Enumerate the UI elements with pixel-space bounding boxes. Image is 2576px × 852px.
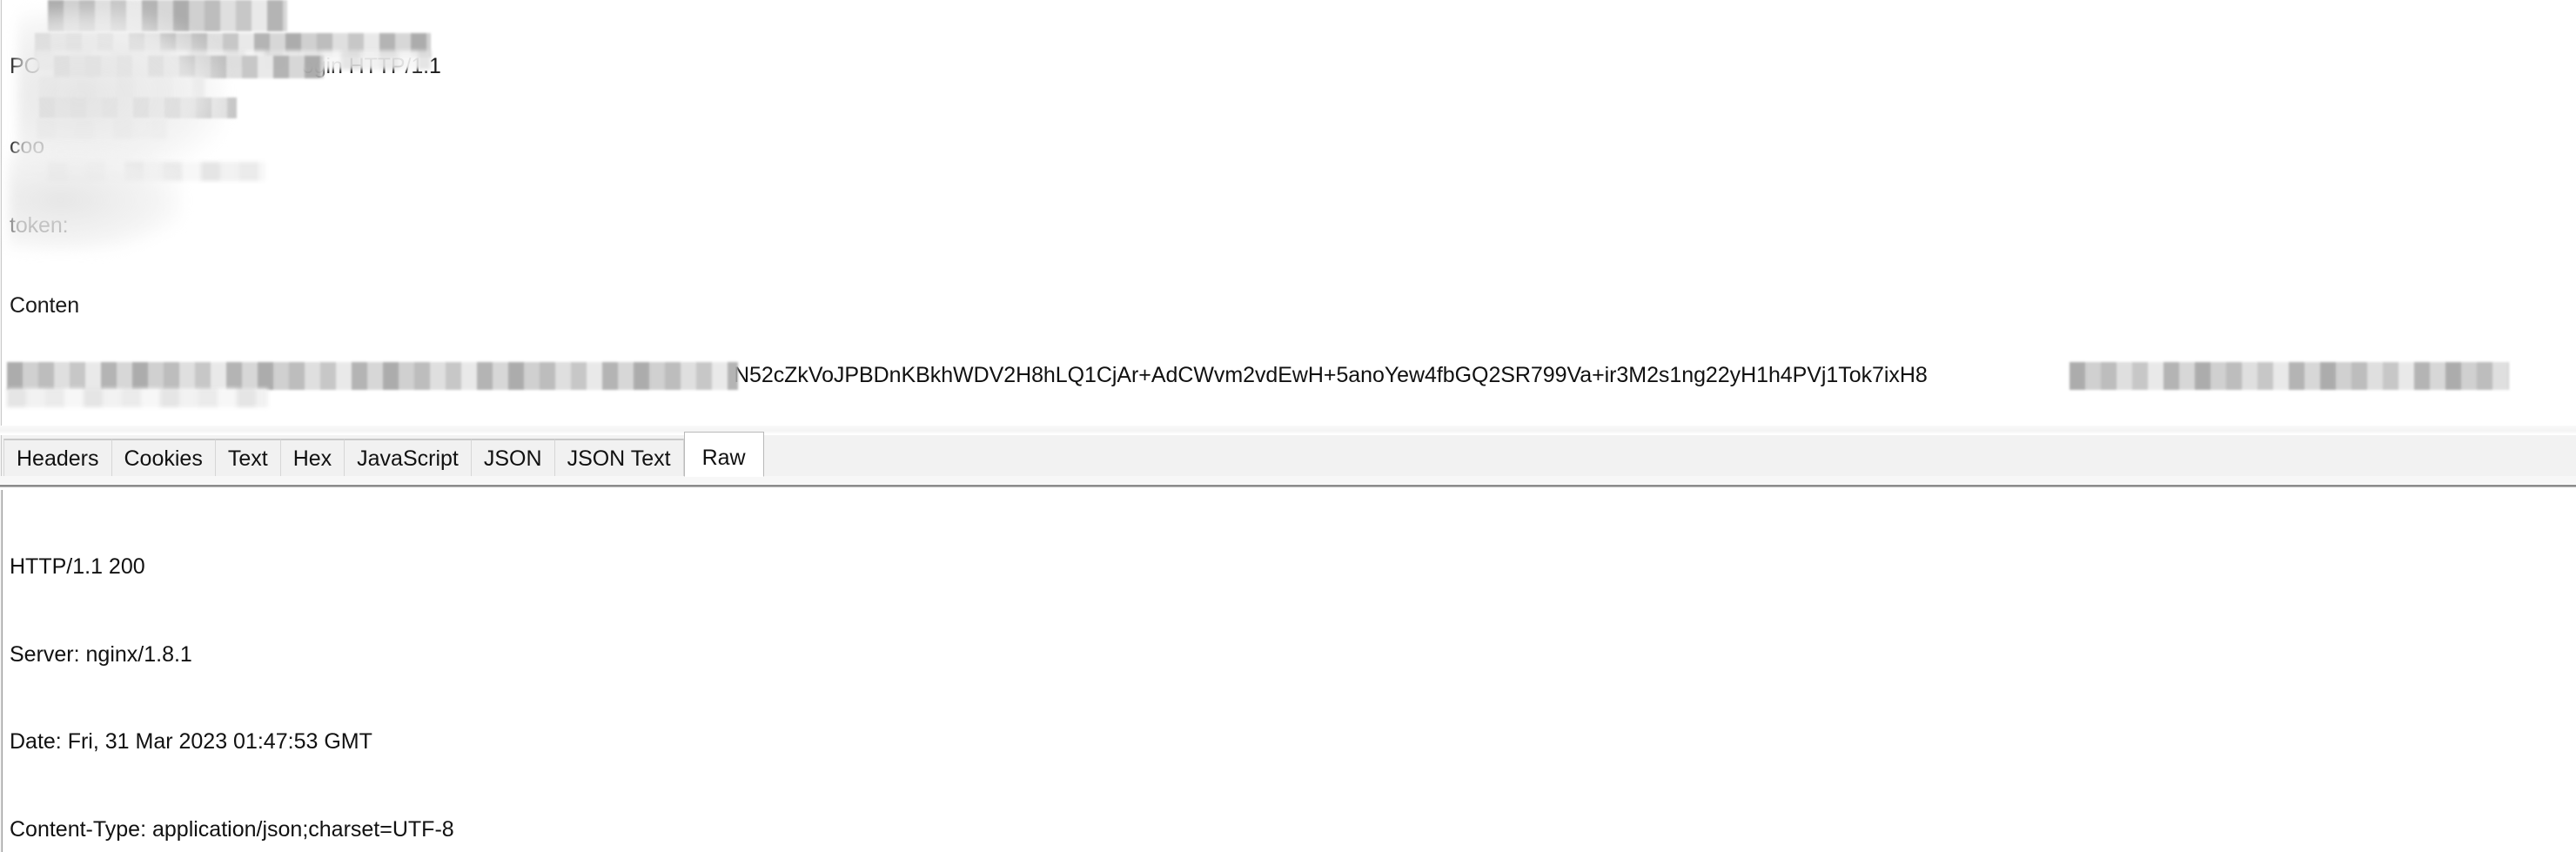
tab-javascript[interactable]: JavaScript xyxy=(345,439,472,477)
tab-json-text-label: JSON Text xyxy=(567,446,671,471)
tab-json-text[interactable]: JSON Text xyxy=(554,439,684,477)
response-view-tabbar: Headers Cookies Text Hex JavaScript JSON… xyxy=(0,432,2576,477)
response-status-line: HTTP/1.1 200 xyxy=(10,554,145,579)
request-panel-shadow xyxy=(0,426,2576,434)
tab-hex-label: Hex xyxy=(292,446,332,471)
tab-json[interactable]: JSON xyxy=(471,439,555,477)
request-raw-text: POogin HTTP/1.1 coo token: Conten Cont H… xyxy=(10,0,441,340)
redaction-block-body-right xyxy=(2070,362,2509,390)
response-raw-text: HTTP/1.1 200 Server: nginx/1.8.1 Date: F… xyxy=(10,494,454,852)
tab-json-label: JSON xyxy=(483,446,542,471)
tab-headers-label: Headers xyxy=(17,446,99,471)
response-header-server: Server: nginx/1.8.1 xyxy=(10,641,192,667)
response-panel-left-border xyxy=(0,490,4,852)
tab-text[interactable]: Text xyxy=(215,439,281,477)
request-panel[interactable]: POogin HTTP/1.1 coo token: Conten Cont H… xyxy=(0,0,2576,340)
tab-cookies[interactable]: Cookies xyxy=(111,439,216,477)
request-line-content-type: Conten xyxy=(10,292,80,318)
request-body-band[interactable]: N52cZkVoJPBDnKBkhWDV2H8hLQ1CjAr+AdCWvm2v… xyxy=(0,340,2576,434)
inspector-window: POogin HTTP/1.1 coo token: Conten Cont H… xyxy=(0,0,2576,852)
request-body-left-border xyxy=(0,340,3,434)
tab-hex[interactable]: Hex xyxy=(280,439,345,477)
response-header-date: Date: Fri, 31 Mar 2023 01:47:53 GMT xyxy=(10,729,372,754)
tab-cookies-label: Cookies xyxy=(124,446,203,471)
tab-list: Headers Cookies Text Hex JavaScript JSON… xyxy=(3,432,764,477)
response-panel-top-rule xyxy=(0,484,2576,490)
response-header-content-type: Content-Type: application/json;charset=U… xyxy=(10,816,454,842)
tab-headers[interactable]: Headers xyxy=(3,439,112,477)
tab-javascript-label: JavaScript xyxy=(357,446,459,471)
tab-raw[interactable]: Raw xyxy=(683,432,764,477)
request-body-base64: N52cZkVoJPBDnKBkhWDV2H8hLQ1CjAr+AdCWvm2v… xyxy=(734,363,1928,387)
request-line-cookie: coo xyxy=(10,133,45,158)
tab-raw-label: Raw xyxy=(701,446,746,470)
response-panel[interactable]: HTTP/1.1 200 Server: nginx/1.8.1 Date: F… xyxy=(0,484,2576,852)
redaction-block-body-haze xyxy=(7,388,268,407)
request-panel-left-border xyxy=(0,0,3,340)
redaction-block-body-left xyxy=(7,362,738,390)
request-line-token: token: xyxy=(10,213,69,238)
tab-text-label: Text xyxy=(227,446,268,471)
request-line-start: PO ogin HTTP/1.1 xyxy=(10,54,441,78)
